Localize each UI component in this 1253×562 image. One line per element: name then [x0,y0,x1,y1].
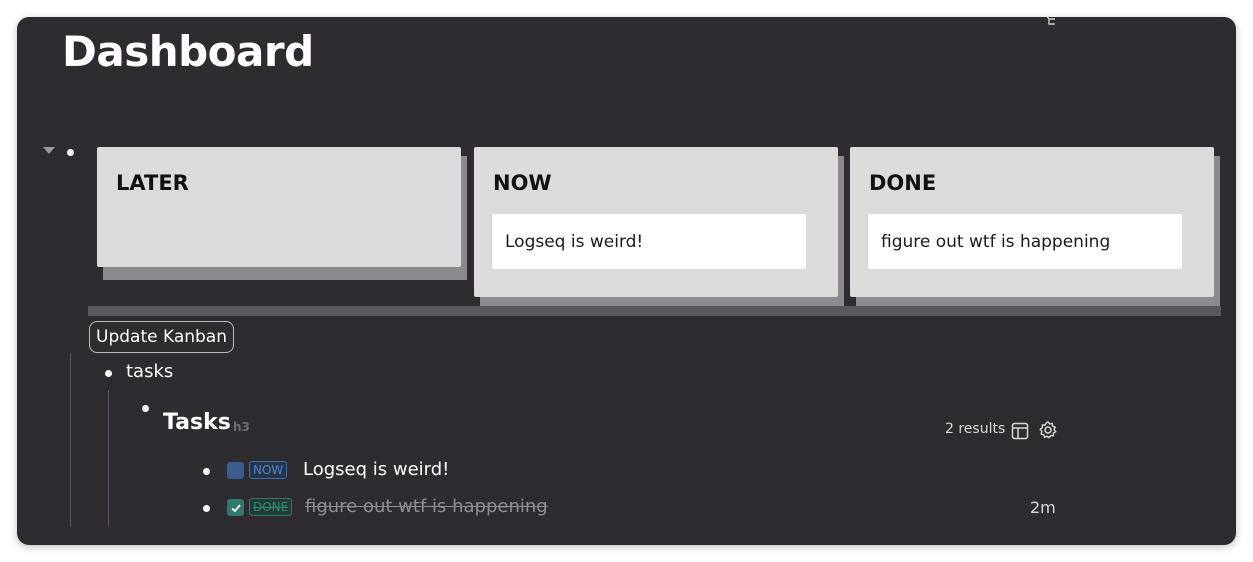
block-bullet[interactable] [67,149,74,156]
task-time: 2m [1030,498,1056,517]
task-text[interactable]: figure out wtf is happening [305,496,548,517]
page-title: Dashboard [62,27,314,76]
indent-guide [108,390,109,527]
board-shadow [88,306,1221,316]
task-text[interactable]: Logseq is weird! [303,459,449,480]
column-title: LATER [116,171,189,195]
update-kanban-button[interactable]: Update Kanban [89,321,234,353]
task-bullet[interactable] [203,505,210,512]
kanban-card[interactable]: figure out wtf is happening [868,214,1182,269]
task-marker[interactable]: NOW [249,461,288,479]
caret-down-icon[interactable] [43,147,55,154]
graph-icon[interactable] [1043,17,1059,27]
kanban-card[interactable]: Logseq is weird! [492,214,806,269]
task-checkbox[interactable] [227,499,244,516]
task-checkbox[interactable] [227,462,244,479]
kanban-column-later: LATER [97,147,461,267]
block-bullet[interactable] [105,370,112,377]
tasks-block[interactable]: tasks [126,361,173,382]
task-bullet[interactable] [203,468,210,475]
app-window: Dashboard LATER NOW Logseq is weird! DON… [17,17,1236,545]
check-icon [230,503,241,512]
task-marker[interactable]: DONE [249,498,293,516]
column-title: NOW [493,171,552,195]
block-bullet[interactable] [142,405,149,412]
kanban-column-done: DONE figure out wtf is happening [850,147,1214,297]
query-heading[interactable]: Tasks [163,410,231,435]
results-count: 2 results [945,421,1006,437]
column-title: DONE [869,171,937,195]
heading-level-tag: h3 [233,420,250,434]
indent-guide [70,353,71,527]
kanban-column-now: NOW Logseq is weird! [474,147,838,297]
gear-icon[interactable] [1038,420,1058,440]
table-icon[interactable] [1011,422,1029,440]
